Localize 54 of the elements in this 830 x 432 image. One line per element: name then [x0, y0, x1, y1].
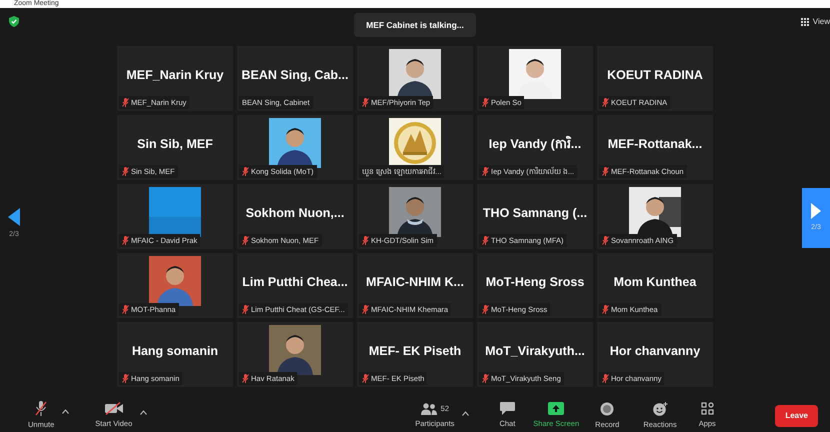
participant-name: Lim Putthi Chea... [242, 274, 348, 292]
muted-mic-icon [602, 236, 609, 245]
next-page-icon[interactable] [811, 202, 821, 219]
muted-mic-icon [242, 374, 249, 383]
muted-mic-icon [35, 401, 48, 416]
speaker-notice: MEF Cabinet is talking... [354, 12, 476, 38]
muted-mic-icon [482, 374, 489, 383]
participant-name: Hang somanin [132, 343, 218, 360]
leave-button[interactable]: Leave [775, 405, 818, 427]
muted-mic-icon [122, 166, 129, 176]
participant-name: KOEUT RADINA [607, 67, 703, 84]
muted-mic-icon [362, 374, 369, 383]
share-screen-icon [548, 402, 564, 416]
grid-icon[interactable] [800, 18, 809, 26]
participant-name: Mom Kunthea [614, 274, 696, 292]
participant-name: MFAIC-NHIM K... [366, 274, 464, 292]
muted-mic-icon [362, 304, 369, 314]
muted-mic-icon [482, 236, 489, 245]
participant-name: MEF-Rottanak... [608, 136, 702, 154]
muted-mic-icon [602, 98, 609, 107]
muted-mic-icon [242, 236, 249, 245]
previous-page-icon[interactable] [8, 208, 20, 226]
muted-mic-icon [122, 98, 129, 107]
muted-mic-icon [482, 166, 489, 176]
participant-name: MoT_Virakyuth... [485, 343, 585, 360]
view-button[interactable]: View [812, 16, 830, 28]
people-icon [420, 402, 437, 415]
participant-name: Sokhom Nuon,... [246, 205, 344, 222]
muted-mic-icon [482, 98, 489, 107]
chat-icon [500, 402, 515, 416]
record-icon [600, 402, 614, 416]
muted-mic-icon [602, 166, 609, 176]
muted-mic-icon [482, 304, 489, 314]
muted-mic-icon [242, 166, 249, 176]
participant-name: MEF_Narin Kruy [126, 67, 224, 84]
participant-name: BEAN Sing, Cab... [242, 67, 348, 84]
muted-mic-icon [602, 374, 609, 383]
muted-mic-icon [242, 304, 249, 314]
apps-icon [700, 402, 714, 416]
participant-name: Sin Sib, MEF [137, 136, 213, 154]
participant-name: THO Samnang (... [482, 205, 588, 222]
participant-name: Iep Vandy (ការិ... [488, 135, 582, 154]
muted-mic-icon [122, 374, 129, 383]
participant-name: Hor chanvanny [610, 343, 700, 360]
shield-icon[interactable] [9, 16, 19, 27]
muted-mic-icon [122, 236, 129, 245]
muted-mic-icon [122, 304, 129, 314]
muted-mic-icon [362, 236, 369, 245]
participant-name: MEF- EK Piseth [368, 343, 462, 360]
muted-mic-icon [602, 304, 609, 314]
video-off-icon [104, 402, 123, 416]
participant-name: MoT-Heng Sross [486, 274, 584, 292]
muted-mic-icon [362, 98, 369, 107]
smiley-plus-icon [652, 402, 668, 416]
